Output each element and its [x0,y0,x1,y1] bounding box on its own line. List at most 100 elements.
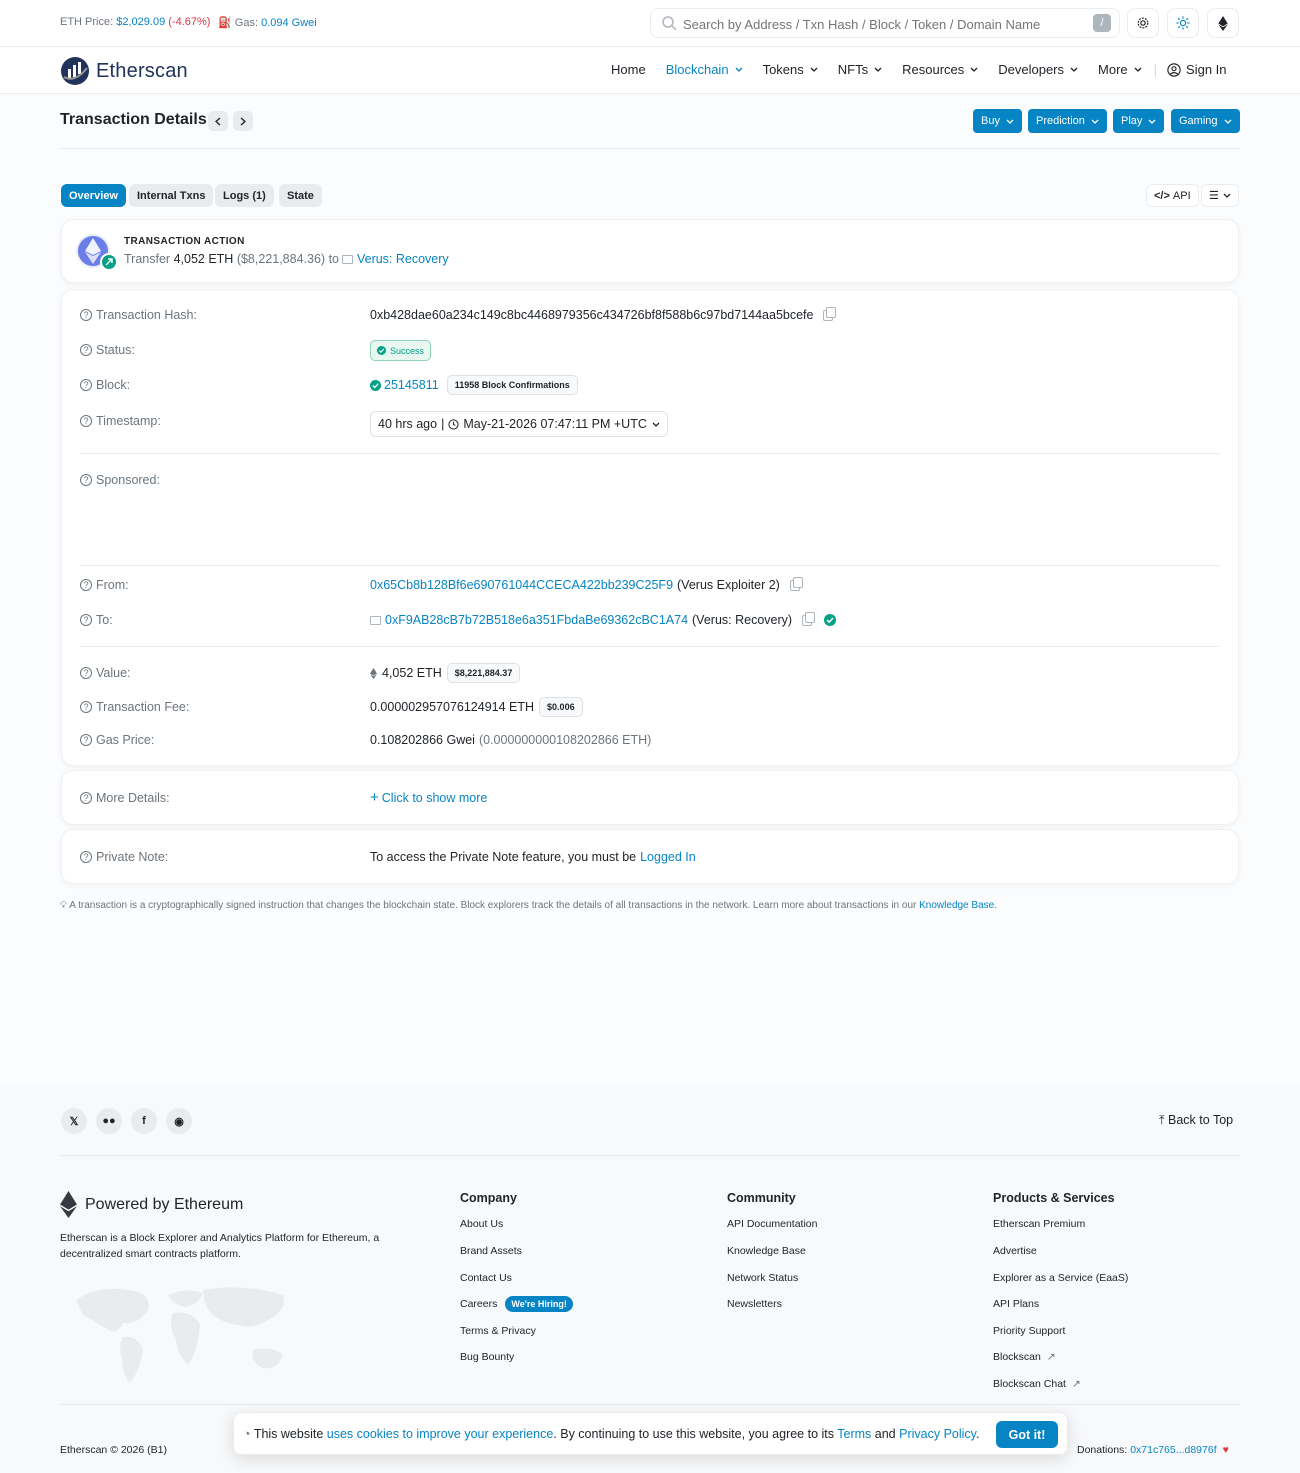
eth-price: ETH Price: $2,029.09 (-4.67%) [60,16,210,28]
footer-link-network-status[interactable]: Network Status [727,1272,798,1284]
sign-in-link[interactable]: Sign In [1167,62,1227,77]
chevron-right-icon [240,116,246,126]
transaction-details-card: ? Transaction Hash: 0xb428dae60a234c149c8… [61,289,1239,766]
prev-txn-button[interactable] [208,111,228,131]
tab-overview[interactable]: Overview [61,184,126,207]
footer-link-knowledge-base[interactable]: Knowledge Base [727,1245,806,1257]
ethereum-icon [60,1191,77,1218]
to-address-link[interactable]: 0xF9AB28cB7b72B518e6a351FbdaBe69362cBC1A… [385,613,688,627]
nav-tokens[interactable]: Tokens [763,62,818,77]
back-to-top-link[interactable]: ⤒ Back to Top [1159,1113,1233,1128]
footer-link-api-docs[interactable]: API Documentation [727,1218,817,1230]
next-txn-button[interactable] [233,111,253,131]
block-link[interactable]: 25145811 [384,378,439,392]
gear-icon [1137,17,1149,29]
copy-icon[interactable] [823,306,837,321]
tab-state[interactable]: State [279,184,322,207]
footer-link-premium[interactable]: Etherscan Premium [993,1218,1085,1230]
value-usd-badge: $8,221,884.37 [446,663,521,683]
value-value: 4,052 ETH $8,221,884.37 [370,663,521,683]
footer-link-newsletters[interactable]: Newsletters [727,1298,782,1310]
facebook-icon[interactable]: f [131,1108,157,1134]
show-more-text: Click to show more [381,791,488,805]
settings-button[interactable] [1127,8,1159,38]
from-address-link[interactable]: 0x65Cb8b128Bf6e690761044CCECA422bb239C25… [370,578,673,592]
to-label-text: To: [96,613,113,627]
knowledge-base-link[interactable]: Knowledge Base [919,900,994,911]
nav-developers[interactable]: Developers [998,62,1078,77]
prediction-dropdown[interactable]: Prediction [1028,109,1107,133]
gas-price: ⛽ Gas: 0.094 Gwei [218,16,317,29]
gaming-dropdown[interactable]: Gaming [1171,109,1240,133]
cookie-policy-link[interactable]: uses cookies to improve your experience [327,1427,554,1441]
timestamp-label: ? Timestamp: [80,414,161,428]
nav-more-label: More [1098,62,1128,77]
timestamp-full: May-21-2026 07:47:11 PM +UTC [463,417,647,431]
login-link[interactable]: Logged In [640,850,696,864]
chevron-down-icon [1224,119,1231,124]
nav-nfts[interactable]: NFTs [838,62,882,77]
timestamp-ago: 40 hrs ago [378,417,438,431]
search-input[interactable] [683,14,1083,34]
footer-link-blockscan[interactable]: Blockscan ↗ [993,1351,1056,1363]
footer-link-contact-us[interactable]: Contact Us [460,1272,512,1284]
footer-link-terms-privacy[interactable]: Terms & Privacy [460,1325,536,1337]
reddit-icon[interactable]: ◉ [166,1108,192,1134]
cookie-accept-button[interactable]: Got it! [996,1421,1058,1448]
nav-home[interactable]: Home [611,62,646,77]
eth-price-value[interactable]: $2,029.09 [116,16,165,28]
network-button[interactable] [1207,8,1239,38]
api-button[interactable]: </> API [1146,184,1199,207]
gaming-label: Gaming [1179,115,1218,127]
tab-internal-txns[interactable]: Internal Txns [129,184,214,207]
copy-icon[interactable] [789,576,803,591]
divider [80,453,1220,454]
footer-link-api-plans[interactable]: API Plans [993,1298,1039,1310]
buy-dropdown[interactable]: Buy [973,109,1022,133]
x-icon[interactable]: 𝕏 [61,1108,87,1134]
footer-link-priority-support[interactable]: Priority Support [993,1325,1065,1337]
nav-blockchain[interactable]: Blockchain [666,62,743,77]
tab-logs[interactable]: Logs (1) [215,184,274,207]
sponsored-label-text: Sponsored: [96,473,160,487]
cookie-icon: ◔ [243,1427,251,1441]
cookie-text-3: and [874,1427,896,1441]
footer-link-brand-assets[interactable]: Brand Assets [460,1245,522,1257]
play-dropdown[interactable]: Play [1113,109,1165,133]
ethereum-icon [370,667,377,679]
chevron-down-icon [1223,193,1231,198]
chevron-down-icon [1148,119,1156,124]
theme-toggle-button[interactable] [1167,8,1199,38]
footer-link-eaas[interactable]: Explorer as a Service (EaaS) [993,1272,1128,1284]
cookie-terms-link[interactable]: Terms [837,1427,871,1441]
nav-resources[interactable]: Resources [902,62,978,77]
footer-link-careers[interactable]: Careers We're Hiring! [460,1296,573,1312]
to-name: (Verus: Recovery) [692,613,793,627]
footer-link-blockscan-chat[interactable]: Blockscan Chat ↗ [993,1378,1081,1390]
timestamp-dropdown[interactable]: 40 hrs ago | May-21-2026 07:47:11 PM +UT… [370,411,668,437]
action-target-link[interactable]: Verus: Recovery [357,252,449,266]
etherscan-logo-icon [61,57,89,85]
eth-price-change: (-4.67%) [168,16,211,28]
gas-value[interactable]: 0.094 Gwei [261,17,317,29]
chevron-down-icon [874,67,882,72]
donations-address-link[interactable]: 0x71c765...d8976f [1130,1444,1216,1456]
footer-link-bug-bounty[interactable]: Bug Bounty [460,1351,514,1363]
cookie-privacy-link[interactable]: Privacy Policy [899,1427,976,1441]
sun-icon [1176,16,1190,30]
view-options-button[interactable]: ☰ [1201,184,1239,207]
footer-link-about-us[interactable]: About Us [460,1218,503,1230]
copyright: Etherscan © 2026 (B1) [60,1444,167,1456]
etherscan-logo[interactable]: Etherscan [60,56,188,86]
copy-icon[interactable] [802,611,816,626]
info-note-text: A transaction is a cryptographically sig… [69,900,917,911]
list-icon: ☰ [1209,190,1219,202]
show-more-link[interactable]: + Click to show more [370,790,488,805]
nav-more[interactable]: More [1098,62,1142,77]
search-box[interactable]: / [650,8,1120,38]
footer-link-advertise[interactable]: Advertise [993,1245,1037,1257]
gas-pump-icon: ⛽ [218,17,232,29]
medium-icon[interactable]: ●● [96,1108,122,1134]
question-circle-icon: ? [80,701,92,713]
brand-name: Etherscan [96,59,188,82]
